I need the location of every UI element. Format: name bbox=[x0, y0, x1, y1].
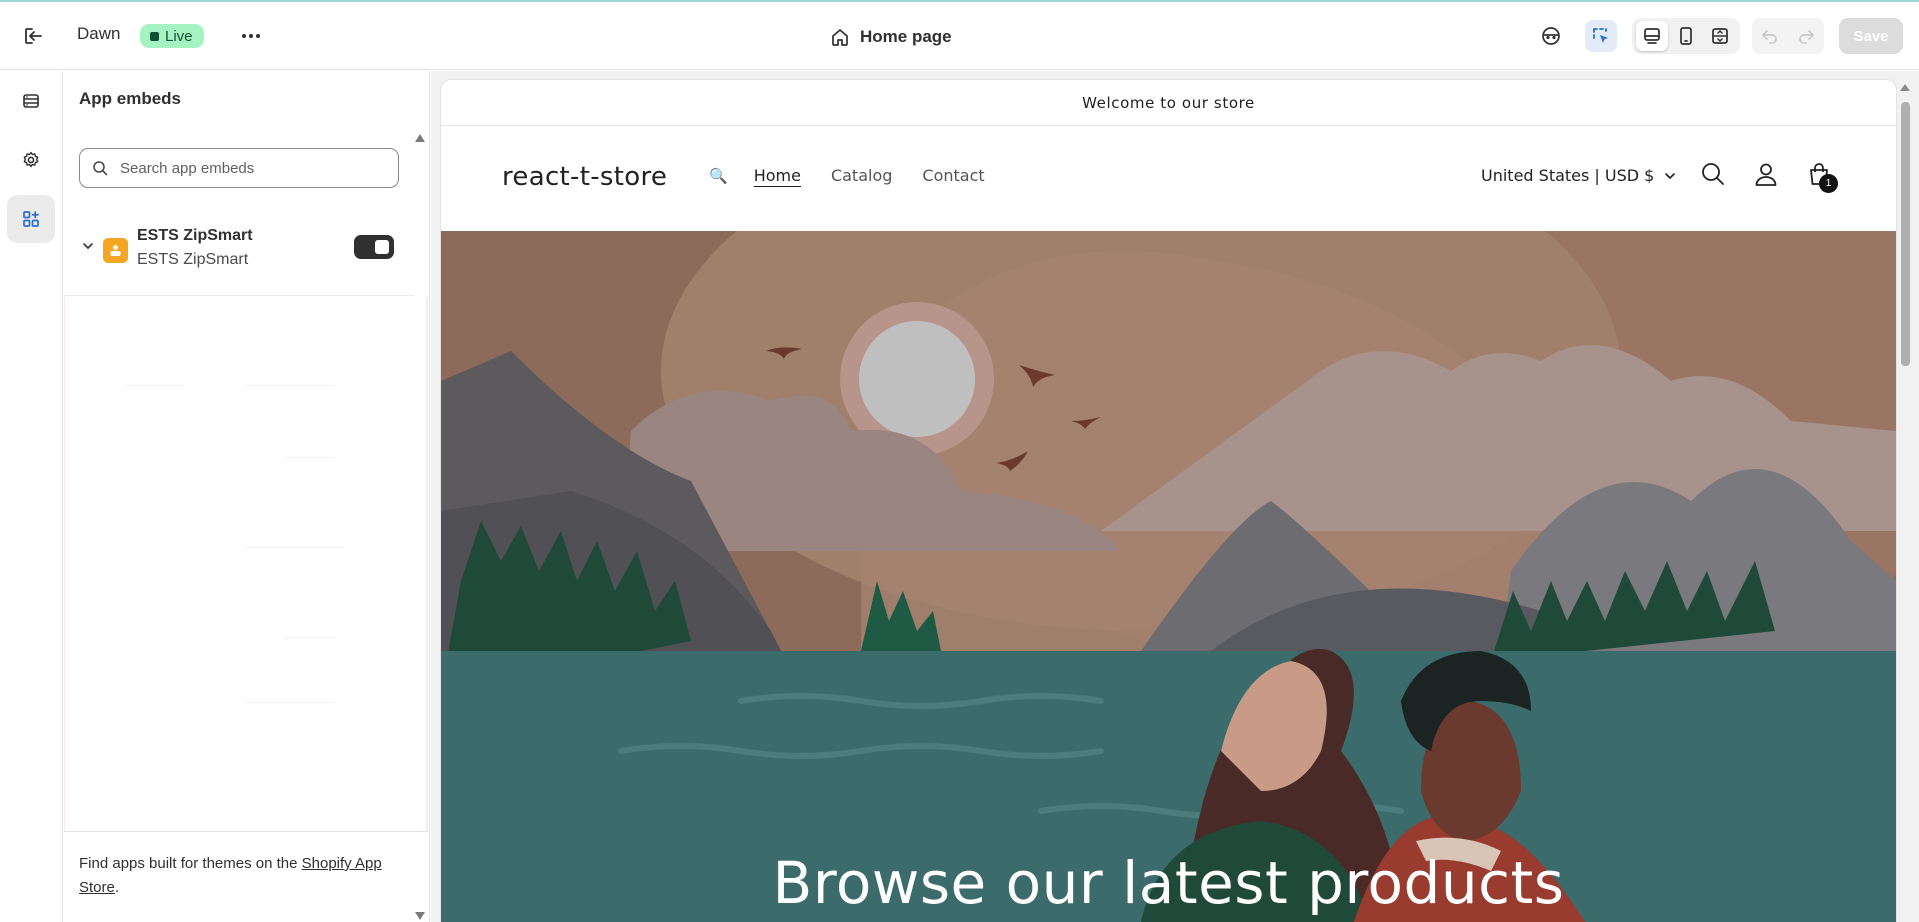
magnifier-emoji-icon: 🔍 bbox=[709, 166, 728, 185]
hero-heading: Browse our latest products bbox=[772, 849, 1565, 917]
viewport-switcher bbox=[1632, 18, 1740, 54]
preview-scrollbar[interactable] bbox=[1898, 80, 1912, 922]
hero-illustration bbox=[441, 80, 1896, 922]
search-icon bbox=[93, 161, 108, 176]
app-embed-name: ESTS ZipSmart bbox=[137, 227, 253, 244]
preview-scroll-thumb[interactable] bbox=[1901, 102, 1910, 366]
store-nav: 🔍 Home Catalog Contact bbox=[709, 166, 985, 185]
chevron-down-icon bbox=[1665, 172, 1676, 179]
app-embed-subtitle: ESTS ZipSmart bbox=[137, 251, 249, 268]
live-badge-label: Live bbox=[165, 27, 193, 45]
live-dot-icon bbox=[150, 31, 159, 41]
store-logo[interactable]: react-t-store bbox=[502, 162, 667, 192]
footer-text-prefix: Find apps built for themes on the bbox=[79, 855, 302, 872]
faint-divider bbox=[285, 457, 335, 458]
app-embed-toggle[interactable] bbox=[354, 235, 394, 259]
undo-icon[interactable] bbox=[1754, 20, 1786, 52]
nav-link-catalog[interactable]: Catalog bbox=[831, 166, 892, 185]
editor-rail bbox=[0, 71, 63, 922]
panel-footer: Find apps built for themes on the Shopif… bbox=[64, 831, 428, 922]
fullscreen-view-icon[interactable] bbox=[1704, 20, 1736, 52]
panel-scroll-up-icon[interactable] bbox=[415, 134, 425, 142]
app-embeds-panel: App embeds ESTS ZipSmart ESTS ZipSmart F… bbox=[64, 71, 430, 922]
mobile-view-icon[interactable] bbox=[1670, 20, 1702, 52]
search-input[interactable] bbox=[120, 159, 370, 177]
editor-topbar: Dawn Live Home page Save bbox=[0, 2, 1919, 70]
redo-icon[interactable] bbox=[1790, 20, 1822, 52]
app-logo-icon bbox=[103, 238, 128, 263]
nav-link-contact[interactable]: Contact bbox=[922, 166, 984, 185]
search-field[interactable] bbox=[79, 148, 399, 188]
store-search-icon[interactable] bbox=[1693, 154, 1733, 194]
save-button[interactable]: Save bbox=[1839, 18, 1903, 54]
live-badge: Live bbox=[140, 24, 204, 48]
app-embeds-icon[interactable] bbox=[7, 195, 55, 243]
cart-icon[interactable]: 1 bbox=[1799, 154, 1839, 194]
theme-settings-gear-icon[interactable] bbox=[7, 136, 55, 184]
faint-divider bbox=[125, 385, 185, 386]
page-title: Home page bbox=[860, 27, 952, 46]
country-label: United States | USD $ bbox=[1481, 166, 1655, 185]
sections-icon[interactable] bbox=[7, 77, 55, 125]
footer-text: Find apps built for themes on the Shopif… bbox=[79, 852, 409, 900]
app-embed-item[interactable]: ESTS ZipSmart ESTS ZipSmart bbox=[64, 211, 414, 296]
panel-title: App embeds bbox=[79, 89, 182, 108]
toggle-knob bbox=[375, 240, 389, 254]
undo-redo-group bbox=[1752, 18, 1824, 54]
faint-divider bbox=[245, 547, 345, 548]
exit-icon[interactable] bbox=[20, 24, 48, 48]
account-icon[interactable] bbox=[1746, 154, 1786, 194]
store-header: react-t-store 🔍 Home Catalog Contact Uni… bbox=[441, 126, 1896, 231]
sidekick-icon[interactable] bbox=[1535, 20, 1567, 52]
theme-name: Dawn bbox=[77, 24, 121, 43]
preview-scroll-up-icon[interactable] bbox=[1900, 84, 1910, 91]
desktop-view-icon[interactable] bbox=[1636, 20, 1668, 52]
footer-text-suffix: . bbox=[114, 879, 120, 896]
nav-link-home[interactable]: Home bbox=[754, 166, 801, 185]
faint-divider bbox=[245, 702, 335, 703]
announcement-bar: Welcome to our store bbox=[441, 80, 1896, 126]
storefront-preview[interactable]: Welcome to our store react-t-store 🔍 Hom… bbox=[441, 80, 1896, 922]
more-actions-icon[interactable] bbox=[236, 22, 266, 50]
page-selector[interactable]: Home page bbox=[830, 24, 952, 50]
empty-panel-area bbox=[64, 297, 428, 832]
faint-divider bbox=[245, 385, 335, 386]
faint-divider bbox=[285, 637, 335, 638]
home-icon bbox=[832, 29, 848, 46]
chevron-down-icon[interactable] bbox=[80, 238, 96, 254]
inspector-select-icon[interactable] bbox=[1585, 20, 1617, 52]
hero-banner: Browse our latest products bbox=[441, 80, 1896, 922]
cart-count-badge: 1 bbox=[1819, 174, 1838, 193]
country-selector[interactable]: United States | USD $ bbox=[1481, 166, 1677, 185]
